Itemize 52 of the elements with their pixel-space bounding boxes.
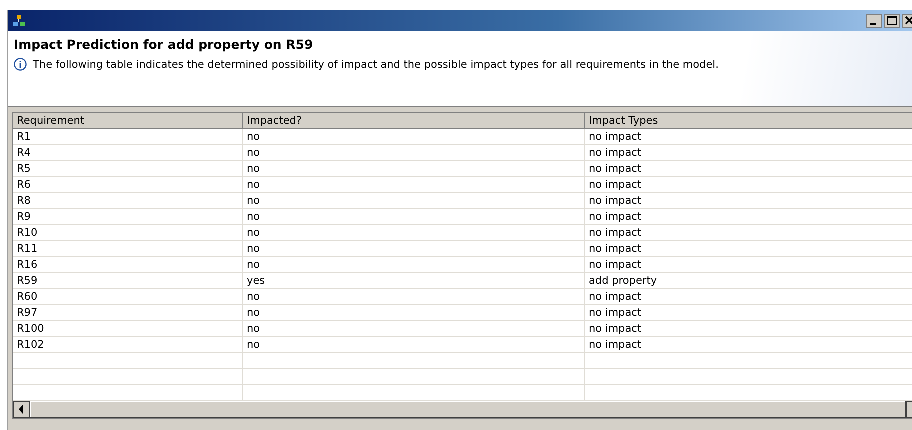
table-cell: R59 <box>13 272 242 288</box>
table-cell: R60 <box>13 288 242 304</box>
table-cell: R1 <box>13 128 242 144</box>
table-cell: R4 <box>13 144 242 160</box>
table-cell: R10 <box>13 224 242 240</box>
network-icon <box>13 14 25 26</box>
minimize-button[interactable] <box>866 14 882 28</box>
table-cell: add property <box>584 272 912 288</box>
table-cell: no impact <box>584 256 912 272</box>
table-cell: no <box>242 304 584 320</box>
table-cell: no impact <box>584 192 912 208</box>
table-cell: no <box>242 144 584 160</box>
table-cell: R16 <box>13 256 242 272</box>
table-cell: no impact <box>584 288 912 304</box>
table-cell: R102 <box>13 336 242 352</box>
table-cell: no <box>242 128 584 144</box>
table-cell: R100 <box>13 320 242 336</box>
table-cell: no impact <box>584 176 912 192</box>
info-message: The following table indicates the determined possibility of impact and the possible impact types for all requirements in the model. <box>33 58 719 70</box>
table-cell: no impact <box>584 304 912 320</box>
table-cell: no <box>242 240 584 256</box>
table-cell: R11 <box>13 240 242 256</box>
column-header[interactable]: Requirement <box>13 113 242 128</box>
table-cell: no <box>242 320 584 336</box>
maximize-button[interactable] <box>884 14 900 28</box>
table-cell: no <box>242 176 584 192</box>
table-cell: no impact <box>584 208 912 224</box>
table-cell: yes <box>242 272 584 288</box>
table-cell: R6 <box>13 176 242 192</box>
table-cell: no <box>242 256 584 272</box>
info-icon <box>14 58 27 71</box>
dialog-heading: Impact Prediction for add property on R59 <box>14 37 314 52</box>
table-cell: no <box>242 160 584 176</box>
table-cell: no <box>242 224 584 240</box>
scroll-left-button[interactable] <box>13 401 30 418</box>
table-cell: no impact <box>584 128 912 144</box>
table-cell: no <box>242 288 584 304</box>
table-cell: no <box>242 192 584 208</box>
table-cell: no impact <box>584 240 912 256</box>
table-cell: no impact <box>584 144 912 160</box>
table-cell: no impact <box>584 160 912 176</box>
table-cell: no impact <box>584 336 912 352</box>
column-header[interactable]: Impact Types <box>584 113 912 128</box>
table-cell: no impact <box>584 224 912 240</box>
table-cell: no impact <box>584 320 912 336</box>
table-cell: no <box>242 208 584 224</box>
column-header[interactable]: Impacted? <box>242 113 584 128</box>
table-cell: R97 <box>13 304 242 320</box>
table-cell: R8 <box>13 192 242 208</box>
table-cell: R9 <box>13 208 242 224</box>
table-cell: R5 <box>13 160 242 176</box>
table-cell: no <box>242 336 584 352</box>
